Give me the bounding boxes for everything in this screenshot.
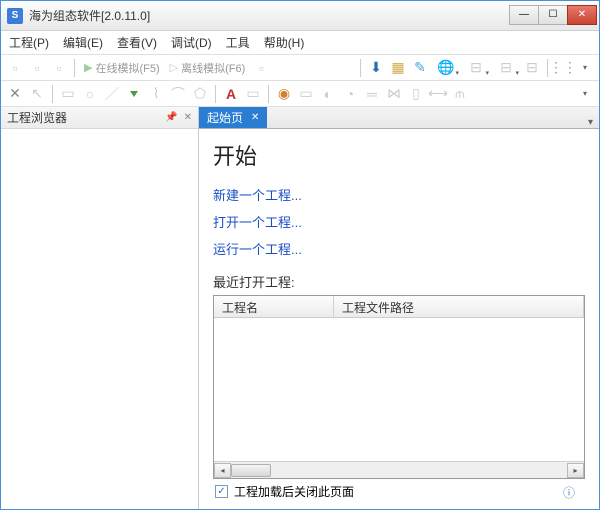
run-project-link[interactable]: 运行一个工程... [213, 239, 585, 258]
recent-projects-label: 最近打开工程: [213, 272, 585, 291]
offline-sim-button[interactable]: ▷ 离线模拟(F6) [166, 58, 250, 78]
new-icon[interactable]: ▫ [5, 58, 25, 78]
polygon-icon[interactable]: ⬠ [190, 84, 210, 104]
panel-title: 工程浏览器 [7, 109, 67, 126]
slider-icon[interactable]: ⟷ [428, 84, 448, 104]
trend-icon[interactable]: ⫙ [450, 84, 470, 104]
menu-tools[interactable]: 工具 [226, 34, 250, 51]
scroll-right-icon[interactable]: ▸ [567, 463, 584, 478]
horizontal-scrollbar[interactable]: ◂ ▸ [214, 461, 584, 478]
play-icon: ▶ [84, 61, 92, 74]
close-after-load-label[interactable]: 工程加载后关闭此页面 [234, 483, 354, 500]
scroll-left-icon[interactable]: ◂ [214, 463, 231, 478]
meter-icon[interactable]: ◔ [340, 84, 360, 104]
app-icon: S [7, 8, 23, 24]
window-title: 海为组态软件[2.0.11.0] [29, 7, 510, 24]
tabbar: 起始页 ✕ ▾ [199, 107, 599, 129]
dial-icon[interactable]: ◐ [318, 84, 338, 104]
panel-body [1, 129, 198, 509]
tab-start-page[interactable]: 起始页 ✕ [199, 107, 267, 128]
grip-icon[interactable]: ⋮⋮ [553, 58, 573, 78]
lang-dropdown[interactable]: 🌐 [432, 58, 460, 78]
line-icon[interactable]: ／ [102, 84, 122, 104]
open-project-link[interactable]: 打开一个工程... [213, 212, 585, 231]
info-icon[interactable]: ⓘ [563, 484, 577, 498]
minimize-button[interactable]: — [509, 5, 539, 25]
close-after-load-checkbox[interactable]: ✓ [215, 485, 228, 498]
save-icon[interactable]: ▫ [49, 58, 69, 78]
lamp-icon[interactable]: ◉ [274, 84, 294, 104]
menu-project[interactable]: 工程(P) [9, 34, 49, 51]
start-page: 开始 新建一个工程... 打开一个工程... 运行一个工程... 最近打开工程:… [199, 129, 599, 509]
button-widget-icon[interactable]: ▭ [296, 84, 316, 104]
new-project-link[interactable]: 新建一个工程... [213, 185, 585, 204]
page-heading: 开始 [213, 139, 585, 171]
open-icon[interactable]: ▫ [27, 58, 47, 78]
pointer-icon[interactable]: ↖ [27, 84, 47, 104]
overflow-2-icon[interactable]: ▾ [575, 84, 595, 104]
menubar: 工程(P) 编辑(E) 查看(V) 调试(D) 工具 帮助(H) [1, 31, 599, 55]
pipe-icon[interactable]: ═ [362, 84, 382, 104]
valve-icon[interactable]: ⋈ [384, 84, 404, 104]
menu-view[interactable]: 查看(V) [117, 34, 157, 51]
align-dropdown-2[interactable]: ⊟ [492, 58, 520, 78]
panel-close-icon[interactable]: ✕ [184, 112, 192, 123]
circle-icon[interactable]: ○ [80, 84, 100, 104]
play-outline-icon: ▷ [170, 61, 178, 74]
text-icon[interactable]: A [221, 84, 241, 104]
align-dropdown-1[interactable]: ⊟ [462, 58, 490, 78]
project-browser-panel: 工程浏览器 📌 ✕ [1, 107, 199, 509]
overflow-icon[interactable]: ▾ [575, 58, 595, 78]
download-icon[interactable]: ⬇ [366, 58, 386, 78]
stop-icon[interactable]: ▫ [251, 58, 271, 78]
tank-icon[interactable]: ▯ [406, 84, 426, 104]
arc-icon[interactable]: ⌒ [168, 84, 188, 104]
tab-label: 起始页 [207, 109, 243, 126]
rect-icon[interactable]: ▭ [58, 84, 78, 104]
menu-edit[interactable]: 编辑(E) [63, 34, 103, 51]
online-sim-button[interactable]: ▶ 在线模拟(F5) [80, 58, 164, 78]
col-project-path[interactable]: 工程文件路径 [334, 296, 584, 317]
pin-icon[interactable]: 📌 [165, 112, 177, 123]
recent-projects-table: 工程名 工程文件路径 ◂ ▸ [213, 295, 585, 479]
maximize-button[interactable]: ☐ [538, 5, 568, 25]
tab-close-icon[interactable]: ✕ [251, 112, 259, 123]
scroll-thumb[interactable] [231, 464, 271, 477]
polyline-icon[interactable]: ⌇ [146, 84, 166, 104]
script-icon[interactable]: ✎ [410, 58, 430, 78]
tab-dropdown-icon[interactable]: ▾ [588, 117, 593, 128]
titlebar: S 海为组态软件[2.0.11.0] — ☐ ✕ [1, 1, 599, 31]
close-doc-icon[interactable]: ✕ [5, 84, 25, 104]
start-page-footer: ✓ 工程加载后关闭此页面 ⓘ [213, 479, 585, 503]
device-icon[interactable]: ▦ [388, 58, 408, 78]
label-icon[interactable]: ▭ [243, 84, 263, 104]
menu-debug[interactable]: 调试(D) [171, 34, 212, 51]
app-window: S 海为组态软件[2.0.11.0] — ☐ ✕ 工程(P) 编辑(E) 查看(… [0, 0, 600, 510]
play-tri-icon[interactable] [124, 84, 144, 104]
menu-help[interactable]: 帮助(H) [264, 34, 305, 51]
distribute-icon[interactable]: ⊟ [522, 58, 542, 78]
toolbar-2: ✕ ↖ ▭ ○ ／ ⌇ ⌒ ⬠ A ▭ ◉ ▭ ◐ ◔ ═ ⋈ ▯ ⟷ ⫙ ▾ [1, 81, 599, 107]
panel-header: 工程浏览器 📌 ✕ [1, 107, 198, 129]
table-body [214, 318, 584, 461]
scroll-track[interactable] [231, 463, 567, 478]
close-button[interactable]: ✕ [567, 5, 597, 25]
col-project-name[interactable]: 工程名 [214, 296, 334, 317]
toolbar-1: ▫ ▫ ▫ ▶ 在线模拟(F5) ▷ 离线模拟(F6) ▫ ⬇ ▦ ✎ 🌐 ⊟ … [1, 55, 599, 81]
